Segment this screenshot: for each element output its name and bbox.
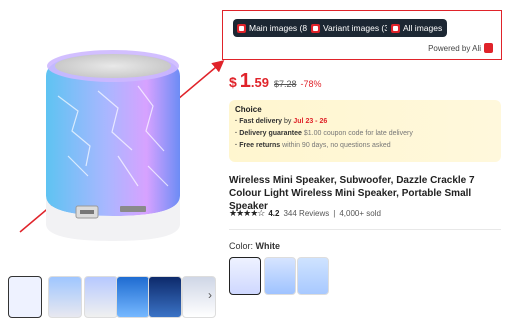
color-swatch-white[interactable] xyxy=(229,257,261,295)
delivery-dates: Jul 23 - 26 xyxy=(293,118,328,125)
main-images-button[interactable]: Main images (8) xyxy=(233,19,315,37)
discount-badge: -78% xyxy=(300,79,322,89)
all-images-button[interactable]: All images xyxy=(387,19,448,37)
thumbnail-3[interactable] xyxy=(84,276,118,318)
fast-delivery-label: · Fast delivery xyxy=(235,118,283,125)
main-images-label: Main images (8) xyxy=(249,23,310,33)
download-icon xyxy=(391,23,400,33)
free-returns-line: · Free returns within 90 days, no questi… xyxy=(235,142,391,149)
color-swatch-2[interactable] xyxy=(264,257,296,295)
thumbnail-5[interactable] xyxy=(148,276,182,318)
delivery-guarantee-label: · Delivery guarantee xyxy=(235,130,302,137)
price-currency: $ xyxy=(229,74,237,90)
ali-logo-icon xyxy=(484,43,493,53)
product-main-image[interactable] xyxy=(28,36,198,256)
color-swatch-3[interactable] xyxy=(297,257,329,295)
thumbnail-4[interactable] xyxy=(116,276,150,318)
price-block: $ 1 .59 $7.28 -78% xyxy=(229,70,322,93)
powered-by-text: Powered by Ali xyxy=(428,43,481,53)
download-icon xyxy=(237,23,246,33)
free-returns-label: · Free returns xyxy=(235,142,281,149)
color-selector-label: Color: White xyxy=(229,241,280,251)
variant-images-label: Variant images (3) xyxy=(323,23,392,33)
reviews-link[interactable]: 344 Reviews xyxy=(283,209,329,218)
rating-value: 4.2 xyxy=(268,209,280,218)
price-whole: 1 xyxy=(239,70,251,92)
delivery-guarantee-text: $1.00 coupon code for late delivery xyxy=(303,130,413,137)
download-icon xyxy=(311,23,320,33)
thumbnail-1[interactable] xyxy=(8,276,42,318)
divider xyxy=(229,229,501,230)
choice-title: Choice xyxy=(235,105,262,114)
powered-by: Powered by Ali xyxy=(428,43,493,53)
variant-images-button[interactable]: Variant images (3) xyxy=(307,19,397,37)
fast-delivery-by: by xyxy=(284,118,292,125)
delivery-guarantee-line: · Delivery guarantee $1.00 coupon code f… xyxy=(235,130,413,137)
image-download-toolbar: Main images (8) Variant images (3) All i… xyxy=(222,10,502,60)
price-fraction: .59 xyxy=(250,75,269,90)
thumbnails-next-arrow-icon[interactable]: › xyxy=(208,288,212,302)
choice-box: Choice · Fast delivery by Jul 23 - 26 · … xyxy=(229,100,501,162)
thumbnail-strip: › xyxy=(8,276,218,318)
color-value: White xyxy=(255,241,281,251)
rating-separator: | xyxy=(333,209,336,218)
original-price: $7.28 xyxy=(274,79,297,89)
color-label: Color: xyxy=(229,241,254,251)
rating-stars-icon: ★★★★☆ xyxy=(229,208,265,218)
fast-delivery-line: · Fast delivery by Jul 23 - 26 xyxy=(235,118,327,125)
thumbnail-2[interactable] xyxy=(48,276,82,318)
rating-row: ★★★★☆ 4.2 344 Reviews | 4,000+ sold xyxy=(229,208,381,219)
free-returns-text: within 90 days, no questions asked xyxy=(282,142,391,149)
all-images-label: All images xyxy=(403,23,443,33)
sold-count: 4,000+ sold xyxy=(339,209,381,218)
